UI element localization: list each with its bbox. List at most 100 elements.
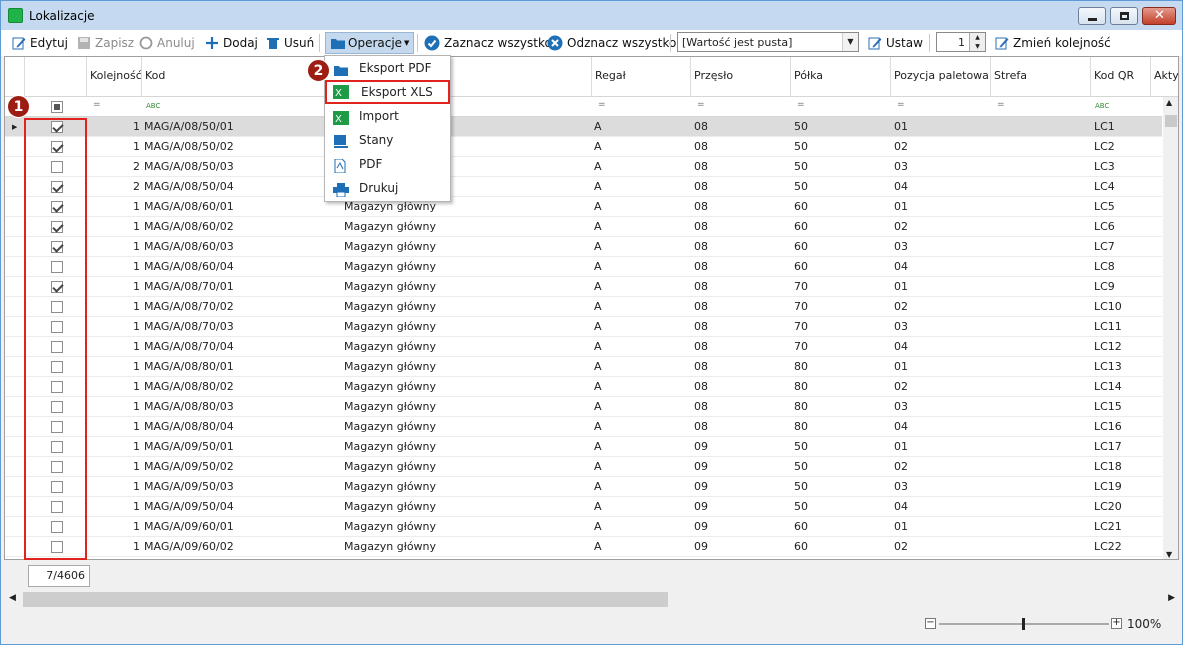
cell-span[interactable]: 08: [694, 297, 789, 317]
cell-code[interactable]: MAG/A/08/80/01: [144, 357, 334, 377]
cell-pos[interactable]: 04: [894, 257, 989, 277]
cell-code[interactable]: MAG/A/09/50/01: [144, 437, 334, 457]
cell-order[interactable]: 1: [87, 517, 140, 537]
table-row[interactable]: ▶ 1 MAG/A/08/50/01 A 08 50 01 LC1: [5, 117, 1162, 137]
cell-shelf[interactable]: 80: [794, 357, 889, 377]
zoom-out-button[interactable]: −: [925, 618, 936, 629]
table-row[interactable]: 1 MAG/A/08/80/04 Magazyn główny A 08 80 04 LC16: [5, 417, 1162, 437]
minimize-button[interactable]: [1078, 7, 1106, 25]
table-row[interactable]: 1 MAG/A/08/70/04 Magazyn główny A 08 70 04 LC12: [5, 337, 1162, 357]
maximize-button[interactable]: [1110, 7, 1138, 25]
menu-item-export-pdf[interactable]: Eksport PDF: [325, 56, 450, 80]
cell-rack[interactable]: A: [594, 417, 689, 437]
scroll-up-icon[interactable]: ▲: [1166, 98, 1172, 107]
cell-pos[interactable]: 04: [894, 177, 989, 197]
cell-shelf[interactable]: 80: [794, 417, 889, 437]
row-checkbox[interactable]: [51, 441, 63, 453]
row-checkbox[interactable]: [51, 281, 63, 293]
cell-code[interactable]: MAG/A/08/80/04: [144, 417, 334, 437]
cell-order[interactable]: 2: [87, 177, 140, 197]
cell-code[interactable]: MAG/A/08/70/01: [144, 277, 334, 297]
filter-equals-icon[interactable]: =: [697, 100, 705, 110]
cell-span[interactable]: 08: [694, 417, 789, 437]
cell-wh[interactable]: Magazyn główny: [344, 537, 584, 557]
cell-order[interactable]: 1: [87, 317, 140, 337]
cell-rack[interactable]: A: [594, 197, 689, 217]
table-row[interactable]: 1 MAG/A/08/70/02 Magazyn główny A 08 70 02 LC10: [5, 297, 1162, 317]
cell-pos[interactable]: 01: [894, 437, 989, 457]
row-checkbox[interactable]: [51, 381, 63, 393]
spin-down-icon[interactable]: ▼: [969, 42, 985, 51]
cell-code[interactable]: MAG/A/08/60/01: [144, 197, 334, 217]
cell-rack[interactable]: A: [594, 157, 689, 177]
scroll-right-icon[interactable]: ▶: [1168, 593, 1175, 603]
cell-rack[interactable]: A: [594, 217, 689, 237]
cell-order[interactable]: 1: [87, 497, 140, 517]
cell-pos[interactable]: 04: [894, 417, 989, 437]
table-row[interactable]: 1 MAG/A/08/50/02 A 08 50 02 LC2: [5, 137, 1162, 157]
filter-equals-icon[interactable]: =: [797, 100, 805, 110]
cell-order[interactable]: 1: [87, 537, 140, 557]
row-checkbox[interactable]: [51, 121, 63, 133]
cell-code[interactable]: MAG/A/08/80/03: [144, 397, 334, 417]
cell-wh[interactable]: Magazyn główny: [344, 277, 584, 297]
zoom-in-button[interactable]: +: [1111, 618, 1122, 629]
cell-order[interactable]: 1: [87, 457, 140, 477]
cell-code[interactable]: MAG/A/08/50/02: [144, 137, 334, 157]
cell-span[interactable]: 09: [694, 477, 789, 497]
menu-item-pdf[interactable]: PDF: [325, 152, 450, 176]
cell-pos[interactable]: 01: [894, 197, 989, 217]
filter-equals-icon[interactable]: =: [93, 100, 101, 110]
horizontal-scrollbar[interactable]: ◀ ▶: [4, 591, 1179, 608]
cell-code[interactable]: MAG/A/08/50/03: [144, 157, 334, 177]
cell-rack[interactable]: A: [594, 237, 689, 257]
cell-wh[interactable]: Magazyn główny: [344, 417, 584, 437]
cell-span[interactable]: 08: [694, 257, 789, 277]
cell-span[interactable]: 08: [694, 397, 789, 417]
cell-order[interactable]: 1: [87, 257, 140, 277]
cell-span[interactable]: 08: [694, 117, 789, 137]
cell-pos[interactable]: 02: [894, 537, 989, 557]
column-header[interactable]: Strefa: [991, 57, 1091, 97]
cell-span[interactable]: 08: [694, 377, 789, 397]
filter-text-icon[interactable]: ABC: [146, 102, 160, 110]
column-header[interactable]: Akty: [1151, 57, 1178, 97]
scroll-thumb[interactable]: [23, 592, 668, 607]
cell-wh[interactable]: Magazyn główny: [344, 217, 584, 237]
cell-pos[interactable]: 01: [894, 277, 989, 297]
row-checkbox[interactable]: [51, 141, 63, 153]
cell-pos[interactable]: 01: [894, 117, 989, 137]
cell-code[interactable]: MAG/A/09/60/01: [144, 517, 334, 537]
scroll-down-icon[interactable]: ▼: [1166, 550, 1172, 559]
row-checkbox[interactable]: [51, 341, 63, 353]
cell-span[interactable]: 08: [694, 217, 789, 237]
column-header[interactable]: Kolejność: [87, 57, 142, 97]
cell-qr[interactable]: LC6: [1094, 217, 1154, 237]
cell-shelf[interactable]: 60: [794, 237, 889, 257]
cell-wh[interactable]: Magazyn główny: [344, 457, 584, 477]
cell-qr[interactable]: LC21: [1094, 517, 1154, 537]
row-checkbox[interactable]: [51, 261, 63, 273]
table-row[interactable]: 1 MAG/A/09/50/01 Magazyn główny A 09 50 01 LC17: [5, 437, 1162, 457]
row-checkbox[interactable]: [51, 541, 63, 553]
cell-pos[interactable]: 01: [894, 517, 989, 537]
table-row[interactable]: 1 MAG/A/09/60/01 Magazyn główny A 09 60 01 LC21: [5, 517, 1162, 537]
spin-up-icon[interactable]: ▲: [969, 33, 985, 42]
cell-shelf[interactable]: 50: [794, 437, 889, 457]
cell-rack[interactable]: A: [594, 317, 689, 337]
select-all-button[interactable]: Zaznacz wszystko: [424, 33, 552, 53]
cell-shelf[interactable]: 60: [794, 517, 889, 537]
cell-qr[interactable]: LC13: [1094, 357, 1154, 377]
column-header[interactable]: Regał: [592, 57, 691, 97]
cell-rack[interactable]: A: [594, 357, 689, 377]
cell-order[interactable]: 1: [87, 237, 140, 257]
cell-code[interactable]: MAG/A/08/70/03: [144, 317, 334, 337]
cell-order[interactable]: 1: [87, 337, 140, 357]
cell-rack[interactable]: A: [594, 137, 689, 157]
cell-qr[interactable]: LC20: [1094, 497, 1154, 517]
table-row[interactable]: 2 MAG/A/08/50/04 A 08 50 04 LC4: [5, 177, 1162, 197]
cell-span[interactable]: 08: [694, 277, 789, 297]
cell-span[interactable]: 08: [694, 137, 789, 157]
cell-qr[interactable]: LC14: [1094, 377, 1154, 397]
cell-pos[interactable]: 04: [894, 337, 989, 357]
